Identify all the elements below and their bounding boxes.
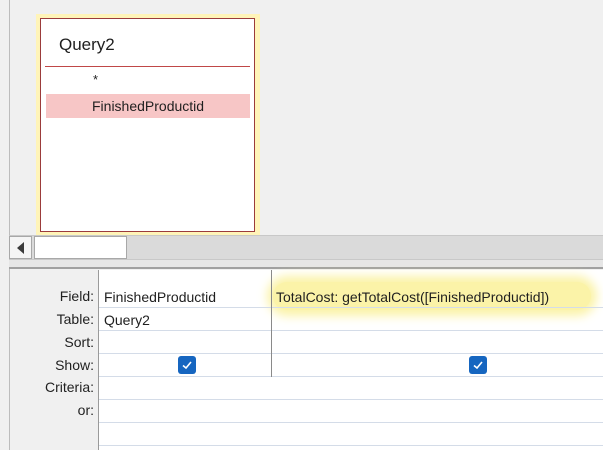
- column-divider: [271, 270, 272, 377]
- grid-row-divider: [99, 307, 603, 308]
- row-label-criteria: Criteria:: [44, 379, 94, 395]
- row-label-or: or:: [77, 402, 94, 418]
- field-all-star[interactable]: *: [93, 72, 98, 87]
- col2-show-checkbox[interactable]: [469, 356, 487, 374]
- col1-field-cell[interactable]: FinishedProductid: [104, 289, 216, 305]
- scrollbar-thumb[interactable]: [34, 236, 127, 259]
- row-label-show: Show:: [55, 357, 94, 373]
- field-item-label: FinishedProductid: [92, 98, 205, 114]
- field-item-finishedproductid[interactable]: FinishedProductid: [46, 94, 250, 118]
- title-divider: [45, 66, 250, 67]
- table-field-list-body: Query2 * FinishedProductid: [40, 18, 255, 232]
- row-label-table: Table:: [56, 311, 94, 327]
- horizontal-scrollbar[interactable]: [9, 235, 603, 260]
- checkmark-icon: [473, 361, 483, 370]
- query-design-grid: FinishedProductid Query2 TotalCost: getT…: [98, 270, 603, 450]
- grid-row-divider: [99, 353, 603, 354]
- query-design-area: Query2 * FinishedProductid: [0, 0, 603, 236]
- table-title[interactable]: Query2: [59, 35, 115, 55]
- checkmark-icon: [182, 361, 192, 370]
- scroll-left-button[interactable]: [9, 236, 32, 259]
- pane-splitter[interactable]: [9, 260, 603, 269]
- grid-row-divider: [99, 376, 603, 377]
- row-label-field: Field:: [59, 288, 94, 304]
- arrow-left-icon: [17, 241, 24, 254]
- row-label-sort: Sort:: [64, 334, 94, 350]
- col2-field-cell[interactable]: TotalCost: getTotalCost([FinishedProduct…: [276, 289, 549, 305]
- table-field-list-query2[interactable]: Query2 * FinishedProductid: [36, 14, 260, 236]
- grid-row-divider: [99, 445, 603, 446]
- col1-table-cell[interactable]: Query2: [104, 312, 150, 328]
- grid-row-divider: [99, 422, 603, 423]
- grid-row-divider: [99, 399, 603, 400]
- grid-row-divider: [99, 330, 603, 331]
- col1-show-checkbox[interactable]: [178, 356, 196, 374]
